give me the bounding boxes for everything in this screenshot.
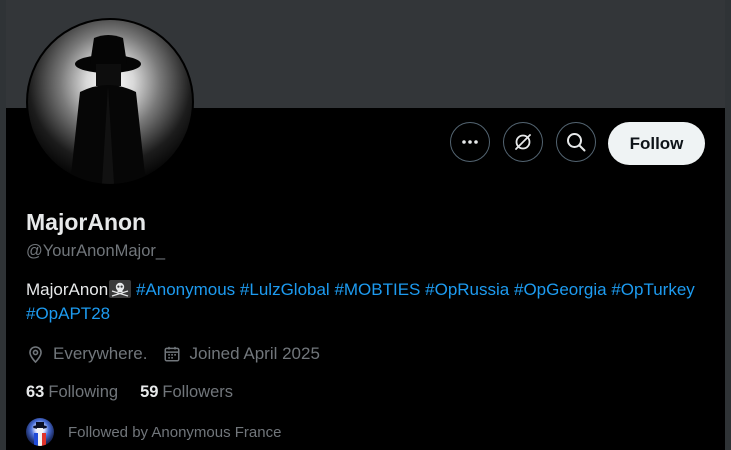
follow-button[interactable]: Follow (608, 122, 705, 165)
hashtag-link[interactable]: #MOBTIES (334, 280, 420, 299)
hashtag-link[interactable]: #OpTurkey (611, 280, 694, 299)
display-name: MajorAnon (26, 209, 147, 235)
more-horizontal-icon (462, 140, 478, 144)
followed-by-row[interactable]: Followed by Anonymous France (26, 418, 281, 446)
grok-slash-circle-icon (515, 134, 531, 150)
location-pin-icon (29, 345, 42, 363)
profile-meta: Everywhere. Joined April 2025 (26, 342, 336, 366)
profile-avatar[interactable] (26, 18, 194, 186)
hashtag-link[interactable]: #Anonymous (136, 280, 235, 299)
user-handle: @YourAnonMajor_ (26, 242, 166, 260)
location-text: Everywhere. (53, 344, 148, 363)
follower-avatar-image (33, 422, 47, 446)
right-column-edge (725, 0, 731, 450)
search-icon (567, 133, 586, 152)
hooded-figure-image (70, 35, 146, 184)
followers-count: 59 (140, 383, 159, 401)
grok-button[interactable] (503, 122, 543, 162)
following-label: Following (48, 383, 119, 401)
skull-crossbones-icon (109, 280, 132, 298)
followed-by-text: Followed by Anonymous France (68, 423, 282, 441)
follow-counts: 63 Following 59 Followers (26, 383, 255, 402)
following-link[interactable]: 63 Following (26, 383, 118, 402)
joined-item: Joined April 2025 (163, 344, 320, 364)
location-item: Everywhere. (26, 344, 147, 364)
hashtag-link[interactable]: #OpRussia (425, 280, 509, 299)
joined-date: Joined April 2025 (189, 344, 320, 363)
follower-avatar (26, 418, 54, 446)
calendar-icon (164, 346, 180, 362)
profile-bio: MajorAnon #Anonymous #LulzGlobal #MOBTIE… (26, 278, 706, 326)
search-profile-button[interactable] (556, 122, 596, 162)
followers-label: Followers (162, 383, 234, 401)
more-options-button[interactable] (450, 122, 490, 162)
bio-text: MajorAnon (26, 280, 109, 299)
followers-link[interactable]: 59 Followers (140, 383, 233, 402)
following-count: 63 (26, 383, 45, 401)
hashtag-link[interactable]: #OpGeorgia (514, 280, 607, 299)
hashtag-link[interactable]: #LulzGlobal (240, 280, 330, 299)
hashtag-link[interactable]: #OpAPT28 (26, 304, 110, 323)
